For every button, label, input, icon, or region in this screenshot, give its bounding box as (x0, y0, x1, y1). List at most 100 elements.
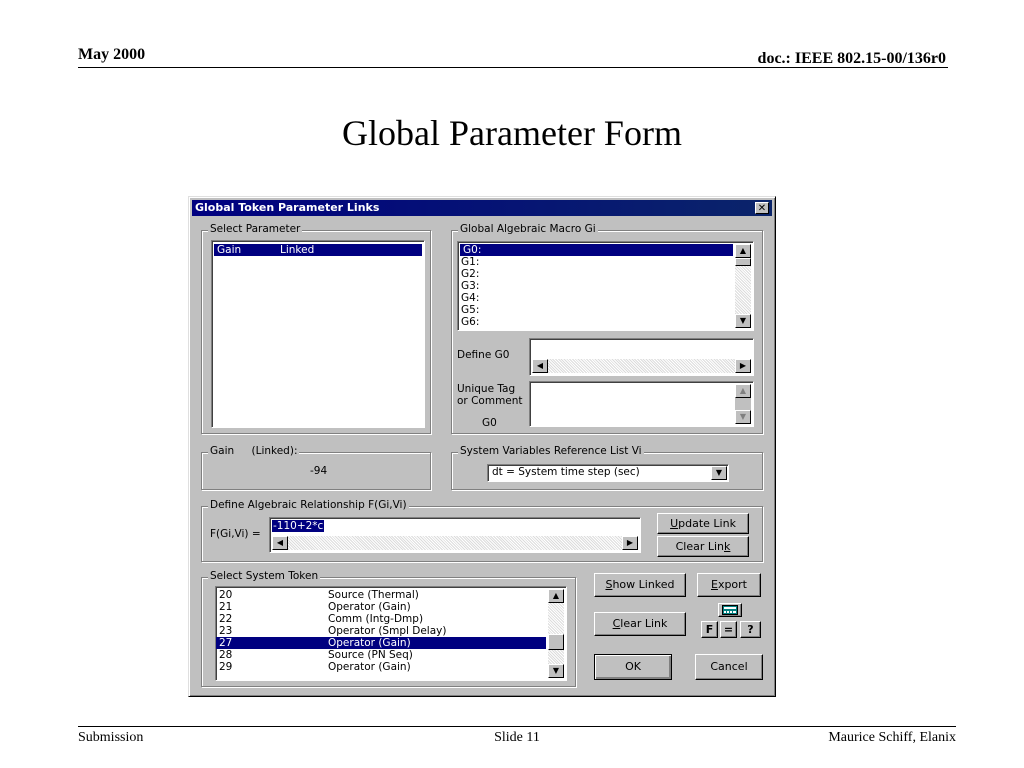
macro-item[interactable]: G2: (458, 268, 753, 280)
clear-link-top-button[interactable]: Clear Link (657, 536, 749, 557)
system-variables-label: System Variables Reference List Vi (458, 445, 644, 457)
relationship-scrollbar[interactable]: ◀ ▶ (272, 536, 638, 550)
header-rule (78, 67, 948, 68)
macro-item[interactable]: G6: (458, 316, 753, 328)
relationship-field-label: F(Gi,Vi) = (210, 528, 261, 540)
scroll-up-icon[interactable]: ▲ (548, 589, 564, 603)
define-g0-label: Define G0 (457, 349, 510, 361)
scroll-down-icon[interactable]: ▼ (735, 314, 751, 328)
system-token-list[interactable]: 20 Source (Thermal) 21 Operator (Gain) 22 C… (215, 586, 567, 681)
token-id: 22 (219, 613, 233, 625)
macro-item[interactable]: G3: (458, 280, 753, 292)
unique-tag-field[interactable]: ▲ ▼ (529, 381, 754, 427)
scroll-up-icon[interactable]: ▲ (735, 244, 751, 258)
clear-link-text: lear Link (620, 617, 668, 630)
token-row[interactable]: 20 Source (Thermal) (216, 589, 546, 601)
cancel-button[interactable]: Cancel (695, 654, 763, 680)
slide-title: Global Parameter Form (342, 113, 682, 153)
macro-scrollbar[interactable]: ▲ ▼ (735, 244, 751, 328)
export-button[interactable]: Export (697, 573, 761, 597)
token-row-selected[interactable]: 27 Operator (Gain) (216, 637, 546, 649)
gain-status: (Linked): (251, 445, 298, 457)
system-variables-group: System Variables Reference List Vi dt = … (451, 445, 763, 490)
chevron-down-icon[interactable]: ▼ (711, 466, 727, 480)
system-variables-select[interactable]: dt = System time step (sec) ▼ (487, 464, 729, 482)
gain-group: Gain (Linked): -94 (201, 445, 431, 490)
f-button[interactable]: F (701, 621, 718, 638)
token-name: Operator (Gain) (328, 601, 411, 613)
calculator-icon[interactable] (718, 603, 742, 617)
equals-button[interactable]: = (720, 621, 737, 638)
define-g0-field[interactable]: ◀ ▶ (529, 338, 754, 376)
scroll-down-icon[interactable]: ▼ (735, 410, 751, 424)
scroll-left-icon[interactable]: ◀ (532, 359, 548, 373)
parameter-name: Gain (217, 244, 242, 256)
token-row[interactable]: 29 Operator (Gain) (216, 661, 546, 673)
relationship-field[interactable]: -110+2*c ◀ ▶ (269, 517, 641, 553)
unique-tag-id: G0 (482, 417, 497, 429)
token-name: Operator (Smpl Delay) (328, 625, 447, 637)
clear-link-top-text: Clear Lin (675, 540, 725, 553)
system-variables-value: dt = System time step (sec) (492, 466, 640, 478)
unique-tag-label-2: or Comment (457, 395, 523, 407)
dialog-titlebar: Global Token Parameter Links ✕ (192, 200, 772, 216)
token-name: Comm (Intg-Dmp) (328, 613, 424, 625)
close-icon[interactable]: ✕ (755, 202, 769, 214)
update-link-text: pdate Link (678, 517, 736, 530)
parameter-row-gain[interactable]: Gain Linked (214, 244, 422, 256)
select-parameter-group: Select Parameter Gain Linked (201, 223, 431, 434)
token-row[interactable]: 22 Comm (Intg-Dmp) (216, 613, 546, 625)
scroll-thumb[interactable] (735, 258, 751, 266)
parameter-list[interactable]: Gain Linked (211, 240, 425, 428)
export-accel: E (710, 578, 718, 591)
token-scrollbar[interactable]: ▲ ▼ (548, 589, 564, 678)
token-id: 23 (219, 625, 233, 637)
show-linked-button[interactable]: Show Linked (594, 573, 686, 597)
scroll-up-icon[interactable]: ▲ (735, 384, 751, 398)
parameter-status: Linked (280, 244, 315, 256)
scroll-right-icon[interactable]: ▶ (735, 359, 751, 373)
macro-group: Global Algebraic Macro Gi G0: G1: G2: G3… (451, 223, 763, 434)
show-linked-text: how Linked (612, 578, 675, 591)
define-g0-scrollbar[interactable]: ◀ ▶ (532, 359, 751, 373)
unique-tag-scrollbar[interactable]: ▲ ▼ (735, 384, 751, 424)
token-name: Source (Thermal) (328, 589, 419, 601)
slide-date: May 2000 (78, 46, 146, 63)
scroll-thumb[interactable] (548, 634, 564, 650)
token-name: Operator (Gain) (328, 661, 411, 673)
macro-item[interactable]: G0: (460, 244, 733, 256)
clear-link-top-accel: k (724, 540, 731, 553)
global-token-parameter-dialog: Global Token Parameter Links ✕ Select Pa… (188, 196, 776, 697)
help-button[interactable]: ? (740, 621, 761, 638)
relationship-group-label: Define Algebraic Relationship F(Gi,Vi) (208, 499, 409, 511)
slide-doc-id: doc.: IEEE 802.15-00/136r0 (757, 50, 946, 67)
footer-author: Maurice Schiff, Elanix (828, 730, 956, 745)
scroll-down-icon[interactable]: ▼ (548, 664, 564, 678)
token-row[interactable]: 23 Operator (Smpl Delay) (216, 625, 546, 637)
token-id: 21 (219, 601, 233, 613)
token-row[interactable]: 21 Operator (Gain) (216, 601, 546, 613)
ok-button[interactable]: OK (594, 654, 672, 680)
token-id: 20 (219, 589, 233, 601)
token-id: 29 (219, 661, 233, 673)
update-link-button[interactable]: Update Link (657, 513, 749, 534)
gain-name: Gain (210, 445, 235, 457)
relationship-value[interactable]: -110+2*c (272, 520, 325, 532)
gain-value: -94 (310, 465, 328, 477)
gain-group-label: Gain (Linked): (208, 445, 300, 457)
scroll-right-icon[interactable]: ▶ (622, 536, 638, 550)
token-id: 27 (219, 637, 233, 649)
macro-item[interactable]: G1: (458, 256, 753, 268)
token-id: 28 (219, 649, 233, 661)
macro-list[interactable]: G0: G1: G2: G3: G4: G5: G6: ▲ ▼ (457, 241, 754, 331)
relationship-group: Define Algebraic Relationship F(Gi,Vi) F… (201, 499, 763, 562)
macro-item[interactable]: G4: (458, 292, 753, 304)
unique-tag-label: Unique Tag (457, 383, 516, 395)
token-name: Operator (Gain) (328, 637, 411, 649)
macro-item[interactable]: G5: (458, 304, 753, 316)
token-row[interactable]: 28 Source (PN Seq) (216, 649, 546, 661)
scroll-left-icon[interactable]: ◀ (272, 536, 288, 550)
footer-rule (78, 726, 956, 727)
system-token-label: Select System Token (208, 570, 321, 582)
clear-link-button[interactable]: Clear Link (594, 612, 686, 636)
